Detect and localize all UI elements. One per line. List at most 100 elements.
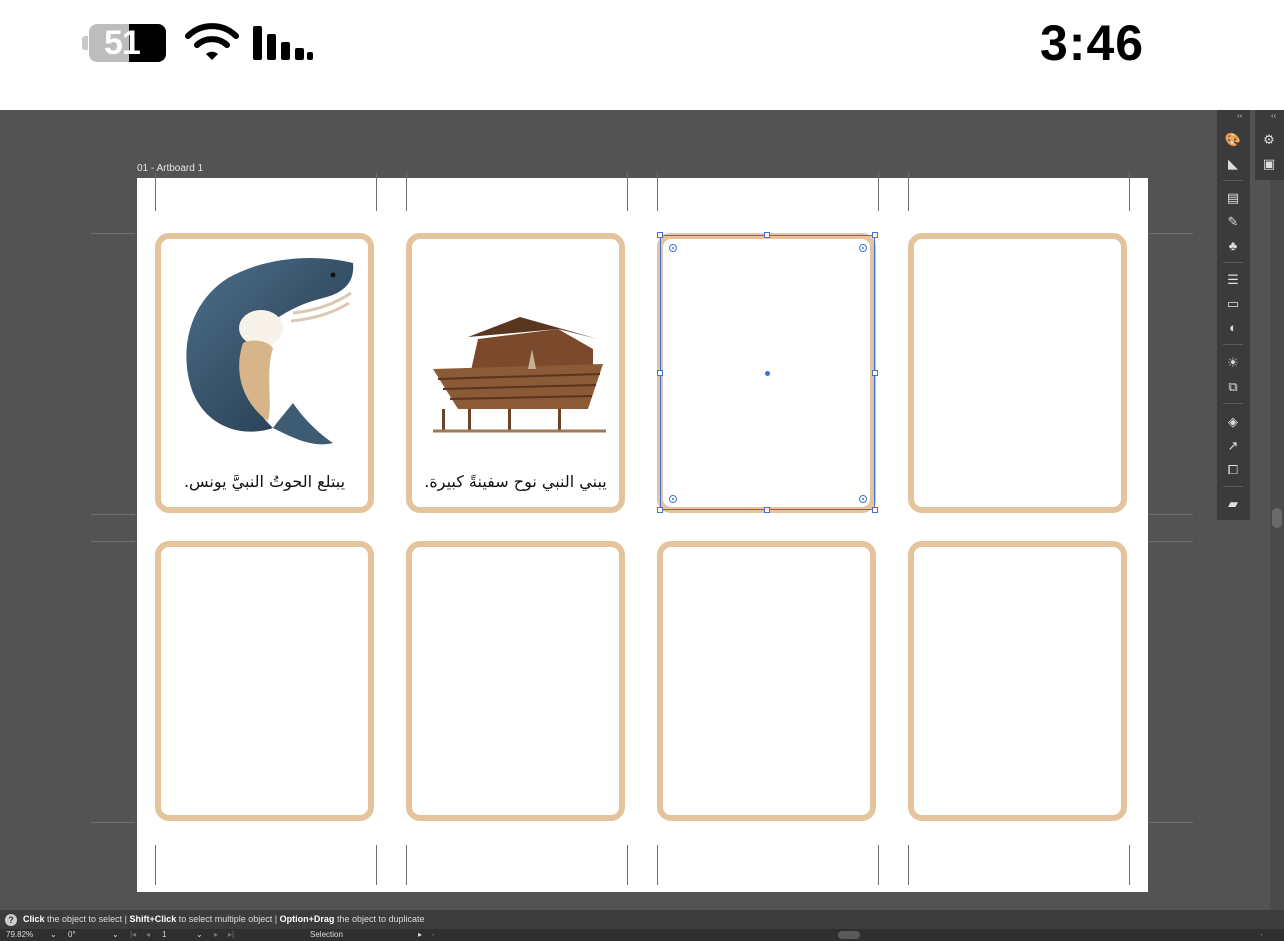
crop-mark [91,514,135,515]
battery-icon: 51 [82,24,166,62]
crop-mark [376,173,377,211]
artboard-label[interactable]: 01 - Artboard 1 [137,163,203,174]
current-tool-label: Selection [310,930,343,939]
crop-mark [91,233,135,234]
scrollbar-thumb[interactable] [1272,508,1282,528]
card-caption: يبتلع الحوتُ النبيَّ يونس. [183,472,346,491]
resize-handle-right[interactable] [872,370,878,376]
flashcard-jonah[interactable]: يبتلع الحوتُ النبيَّ يونس. [155,233,374,513]
crop-mark [91,822,135,823]
hint-separator: | [274,914,278,924]
clock: 3:46 [1040,15,1145,71]
cellular-signal-icon [253,26,313,60]
color-palette-icon[interactable]: 🎨 [1224,132,1242,148]
ark-illustration [433,317,606,433]
flashcard-empty[interactable] [657,541,876,821]
comments-icon[interactable]: ▰ [1224,496,1242,512]
resize-handle-bottom[interactable] [764,507,770,513]
collapse-panel-icon[interactable]: ‹‹ [1237,111,1242,120]
first-artboard-icon[interactable]: |◂ [130,929,136,941]
rotation-dropdown-icon[interactable]: ⌄ [112,929,119,941]
hint-key: Option+Drag [279,914,335,924]
resize-handle-bottom-right[interactable] [872,507,878,513]
flashcard-empty[interactable] [406,541,625,821]
zoom-level-field[interactable]: 79.82% [6,929,33,941]
hint-text: the object to select [47,914,123,924]
zoom-dropdown-icon[interactable]: ⌄ [50,929,57,941]
corner-radius-widget[interactable] [859,244,867,252]
status-menu-icon[interactable]: ▸ [418,929,422,941]
hint-text: to select multiple object [178,914,273,924]
crop-mark [91,541,135,542]
resize-handle-left[interactable] [657,370,663,376]
crop-mark [657,173,658,211]
artboard-number-field[interactable]: 1 [162,929,166,941]
crop-mark [155,173,156,211]
crop-mark [878,173,879,211]
hint-separator: | [124,914,127,924]
resize-handle-bottom-left[interactable] [657,507,663,513]
appearance-icon[interactable]: ☀ [1224,355,1242,371]
corner-radius-widget[interactable] [859,495,867,503]
wifi-icon [185,23,239,60]
flashcard-empty[interactable] [908,541,1127,821]
crop-mark [376,845,377,885]
gradient-icon[interactable]: ▭ [1224,296,1242,312]
corner-radius-widget[interactable] [669,244,677,252]
hint-key: Click [23,914,45,924]
export-icon[interactable]: ↗ [1224,438,1242,454]
rotation-field[interactable]: 0° [68,929,76,941]
artboards-icon[interactable]: ⧠ [1224,462,1242,478]
color-guide-icon[interactable]: ◣ [1224,156,1242,172]
whale-illustration [186,258,354,445]
libraries-icon[interactable]: ▣ [1260,156,1278,172]
properties-panel-dock: ‹‹ ⚙ ▣ [1255,110,1284,180]
previous-artboard-icon[interactable]: ◂ [146,929,150,941]
crop-mark [155,845,156,885]
hint-bar: ? Click the object to select | Shift+Clic… [0,910,1284,929]
stroke-icon[interactable]: ☰ [1224,272,1242,288]
transparency-icon[interactable]: ◐ [1224,320,1242,336]
crop-mark [908,845,909,885]
crop-mark [1149,822,1193,823]
crop-mark [627,845,628,885]
help-icon[interactable]: ? [5,913,17,926]
panel-dock: ‹‹ 🎨 ◣ ▤ ✎ ♣ ☰ ▭ ◐ ☀ ⧉ ◈ ↗ ⧠ ▰ [1217,110,1250,520]
symbols-icon[interactable]: ♣ [1224,238,1242,254]
properties-icon[interactable]: ⚙ [1260,132,1278,148]
horizontal-scrollbar-thumb[interactable] [838,931,860,939]
crop-mark [1129,173,1130,211]
crop-mark [1129,845,1130,885]
crop-mark [1149,541,1193,542]
artboard-dropdown-icon[interactable]: ⌄ [196,929,203,941]
graphic-styles-icon[interactable]: ⧉ [1224,379,1242,395]
crop-mark [1149,514,1193,515]
hint-text: the object to duplicate [336,914,425,924]
collapse-panel-icon[interactable]: ‹‹ [1271,111,1276,120]
crop-mark [627,173,628,211]
flashcard-noah[interactable]: يبني النبي نوح سفينةً كبيرة. [406,233,625,513]
brushes-icon[interactable]: ✎ [1224,214,1242,230]
crop-mark [406,845,407,885]
flashcard-empty[interactable] [155,541,374,821]
last-artboard-icon[interactable]: ▸| [228,929,234,941]
next-artboard-icon[interactable]: ▸ [214,929,218,941]
crop-mark [406,173,407,211]
status-back-icon[interactable]: ‹ [432,929,435,941]
status-line: 79.82% ⌄ 0° ⌄ |◂ ◂ 1 ⌄ ▸ ▸| Selection ▸ … [0,929,1284,941]
battery-percent: 51 [104,24,141,62]
flashcard-empty[interactable] [908,233,1127,513]
crop-mark [878,845,879,885]
ios-status-bar: 51 3:46 [0,0,1284,110]
swatches-icon[interactable]: ▤ [1224,190,1242,206]
resize-handle-top[interactable] [764,232,770,238]
resize-handle-top-right[interactable] [872,232,878,238]
hint-key: Shift+Click [129,914,177,924]
layers-icon[interactable]: ◈ [1224,414,1242,430]
scroll-right-icon[interactable]: › [1260,929,1263,941]
selection-center-point [765,371,770,376]
corner-radius-widget[interactable] [669,495,677,503]
crop-mark [908,173,909,211]
vertical-scrollbar[interactable] [1270,110,1284,910]
resize-handle-top-left[interactable] [657,232,663,238]
